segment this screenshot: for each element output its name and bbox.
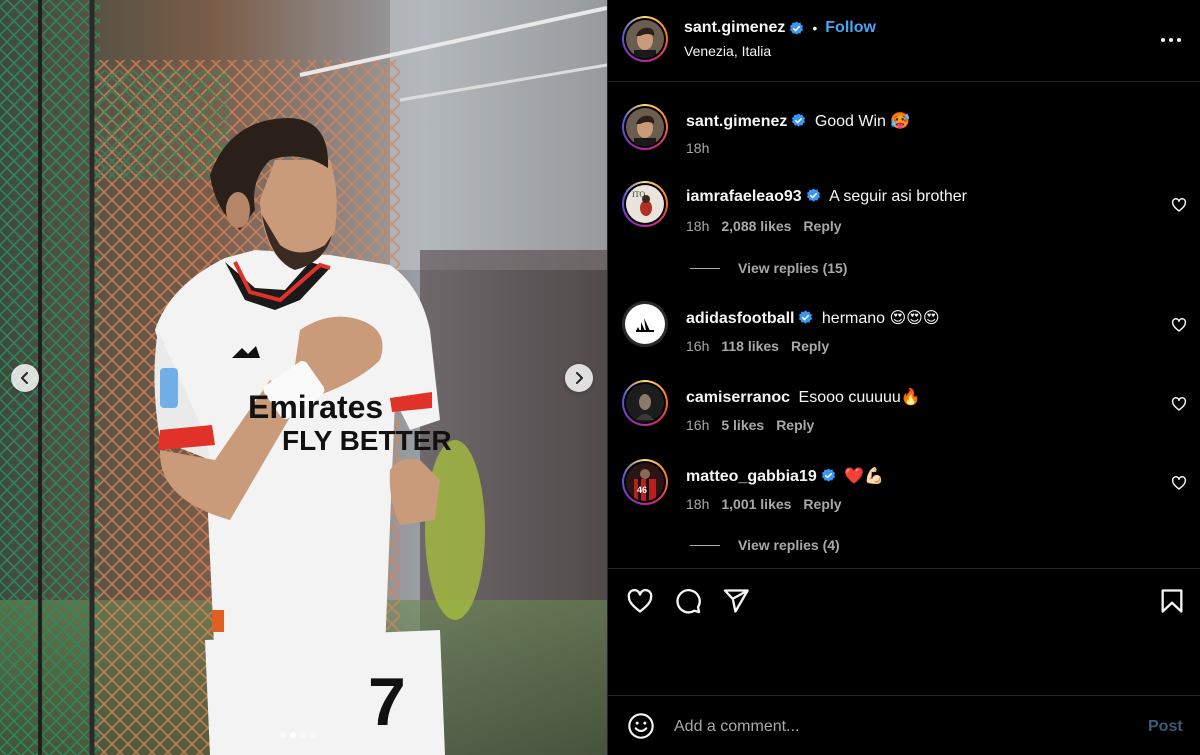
emoji-icon[interactable] (627, 712, 655, 740)
shirt-sponsor-text: Emirates (248, 389, 383, 425)
heart-icon[interactable] (1171, 197, 1187, 213)
adidas-logo-icon (636, 318, 654, 332)
post-sidebar: sant.gimenez • Follow Venezia, Italia sa… (607, 0, 1200, 755)
previous-slide-button[interactable] (11, 364, 39, 392)
verified-icon (806, 188, 820, 202)
commenter-avatar[interactable]: ITO (622, 181, 668, 227)
post-photo: Emirates FLY BETTER 7 (0, 0, 607, 755)
view-replies-label: View replies (4) (738, 537, 840, 553)
author-avatar[interactable] (622, 16, 668, 62)
comment-username[interactable]: adidasfootball (686, 310, 794, 327)
comment-item: 46 matteo_gabbia19 ❤️💪🏻 18h 1,001 likes Re… (608, 459, 1200, 559)
action-bar (608, 568, 1200, 695)
replies-divider (690, 544, 720, 546)
caption-avatar-image (626, 108, 664, 146)
comment-item: camiserranoc Esooo cuuuuu🔥 16h 5 likes Rep… (608, 380, 1200, 440)
commenter-avatar-image: ITO (626, 185, 664, 223)
view-replies-label: View replies (15) (738, 260, 848, 276)
commenter-avatar-image: 46 (626, 463, 664, 501)
instagram-post-modal: Emirates FLY BETTER 7 sant.gimenez • Fol… (0, 0, 1200, 755)
comment-time: 18h (686, 218, 710, 234)
shirt-sponsor-text-2: FLY BETTER (282, 425, 452, 456)
caption-username[interactable]: sant.gimenez (686, 113, 787, 130)
comment-likes[interactable]: 118 likes (721, 338, 779, 354)
view-replies-button[interactable]: View replies (4) (690, 537, 840, 553)
comment-username[interactable]: iamrafaeleao93 (686, 188, 802, 205)
comment-likes[interactable]: 2,088 likes (721, 218, 791, 234)
heart-icon[interactable] (626, 587, 654, 615)
comment-text: Esooo cuuuuu🔥 (798, 389, 921, 406)
comment-username[interactable]: matteo_gabbia19 (686, 468, 817, 485)
post-location[interactable]: Venezia, Italia (684, 43, 771, 59)
more-icon[interactable] (1159, 30, 1183, 50)
bookmark-icon[interactable] (1158, 587, 1186, 615)
reply-button[interactable]: Reply (791, 338, 829, 354)
reply-button[interactable]: Reply (803, 218, 841, 234)
chevron-left-icon (21, 372, 28, 384)
heart-icon[interactable] (1171, 475, 1187, 491)
caption-author-avatar[interactable] (622, 104, 668, 150)
verified-icon (792, 113, 806, 127)
comment-item: ITO iamrafaeleao93 A seguir asi brother … (608, 181, 1200, 281)
post-header: sant.gimenez • Follow Venezia, Italia (608, 0, 1200, 82)
comment-time: 16h (686, 338, 710, 354)
comment-time: 18h (686, 496, 710, 512)
post-media[interactable]: Emirates FLY BETTER 7 (0, 0, 607, 755)
comment-icon[interactable] (674, 587, 702, 615)
slide-dot (290, 732, 296, 738)
chevron-right-icon (576, 372, 583, 384)
commenter-avatar[interactable]: 46 (622, 459, 668, 505)
next-slide-button[interactable] (565, 364, 593, 392)
comment-text: A seguir asi brother (829, 188, 967, 205)
slide-dot (280, 732, 286, 738)
commenter-avatar-image (626, 384, 664, 422)
svg-text:46: 46 (637, 485, 647, 495)
reply-button[interactable]: Reply (776, 417, 814, 433)
comment-text: hermano 😍😍😍 (821, 310, 940, 327)
comment-item: adidasfootball hermano 😍😍😍 16h 118 likes R… (608, 301, 1200, 361)
commenter-avatar[interactable] (622, 301, 668, 347)
replies-divider (690, 267, 720, 269)
comment-text: ❤️💪🏻 (844, 468, 885, 485)
post-caption: sant.gimenez Good Win 🥵 18h (608, 104, 1200, 164)
heart-icon[interactable] (1171, 396, 1187, 412)
comment-likes[interactable]: 1,001 likes (721, 496, 791, 512)
verified-icon (821, 468, 835, 482)
author-avatar-image (626, 20, 664, 58)
post-comment-button[interactable]: Post (1148, 718, 1183, 736)
header-separator: • (812, 20, 818, 36)
comment-username[interactable]: camiserranoc (686, 389, 790, 406)
shorts-number: 7 (368, 664, 406, 740)
reply-button[interactable]: Reply (803, 496, 841, 512)
comment-input[interactable] (674, 714, 1124, 740)
caption-time: 18h (686, 140, 710, 156)
slide-dot (300, 732, 306, 738)
view-replies-button[interactable]: View replies (15) (690, 260, 847, 276)
comment-likes[interactable]: 5 likes (721, 417, 764, 433)
slide-dot (310, 732, 316, 738)
verified-icon (799, 310, 813, 324)
author-username[interactable]: sant.gimenez (684, 19, 785, 37)
commenter-avatar[interactable] (622, 380, 668, 426)
heart-icon[interactable] (1171, 317, 1187, 333)
slide-indicator (280, 732, 316, 738)
comment-composer: Post (608, 695, 1200, 755)
comment-time: 16h (686, 417, 710, 433)
verified-icon (790, 20, 804, 35)
caption-text: Good Win 🥵 (814, 113, 911, 130)
share-icon[interactable] (722, 587, 750, 615)
follow-button[interactable]: Follow (825, 19, 876, 37)
